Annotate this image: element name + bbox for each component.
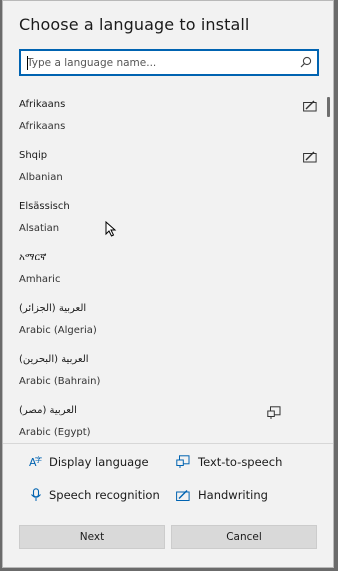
language-item-arabic-egypt[interactable]: العربية (مصر) Arabic (Egypt) [3,399,323,443]
native-name: Afrikaans [19,99,66,110]
svg-text:字: 字 [35,455,42,464]
display-language-icon: A 字 [29,455,42,469]
english-name: Albanian [19,172,63,183]
english-name: Alsatian [19,223,60,234]
text-to-speech-icon [176,455,190,468]
legend-display-language: Display language [49,455,149,469]
language-list[interactable]: Afrikaans Afrikaans Shqip Albanian Elsäs… [3,93,333,443]
native-name: Elsässisch [19,201,70,212]
language-item-arabic-algeria[interactable]: العربية (الجزائر) Arabic (Algeria) [3,297,323,348]
microphone-icon [31,488,41,501]
scrollbar-thumb[interactable] [327,97,330,117]
search-input[interactable] [27,51,289,74]
legend-handwriting: Handwriting [198,488,268,502]
language-item-albanian[interactable]: Shqip Albanian [3,144,323,195]
english-name: Arabic (Bahrain) [19,376,101,387]
english-name: Amharic [19,274,61,285]
search-icon[interactable] [299,55,313,69]
handwriting-icon [303,100,317,112]
cancel-button[interactable]: Cancel [171,525,317,549]
language-item-arabic-bahrain[interactable]: العربية (البحرين) Arabic (Bahrain) [3,348,323,399]
text-to-speech-icon [267,406,281,419]
native-name: العربية (مصر) [19,405,77,416]
legend-speech-recognition: Speech recognition [49,488,160,502]
native-name: አማርኛ [19,252,47,263]
text-caret [27,56,28,70]
mouse-pointer-icon [105,221,117,237]
dialog-title: Choose a language to install [19,15,250,34]
language-item-alsatian[interactable]: Elsässisch Alsatian [3,195,323,246]
english-name: Arabic (Egypt) [19,427,91,438]
divider [3,443,333,444]
english-name: Afrikaans [19,121,66,132]
native-name: العربية (البحرين) [19,354,89,365]
language-item-afrikaans[interactable]: Afrikaans Afrikaans [3,93,323,144]
language-item-amharic[interactable]: አማርኛ Amharic [3,246,323,297]
handwriting-icon [176,490,190,501]
native-name: Shqip [19,150,48,161]
english-name: Arabic (Algeria) [19,325,97,336]
search-box[interactable] [19,49,319,76]
legend-text-to-speech: Text-to-speech [198,455,283,469]
handwriting-icon [303,151,317,163]
language-install-dialog: Choose a language to install Afrikaans A… [2,0,334,568]
next-button[interactable]: Next [19,525,165,549]
native-name: العربية (الجزائر) [19,303,87,314]
